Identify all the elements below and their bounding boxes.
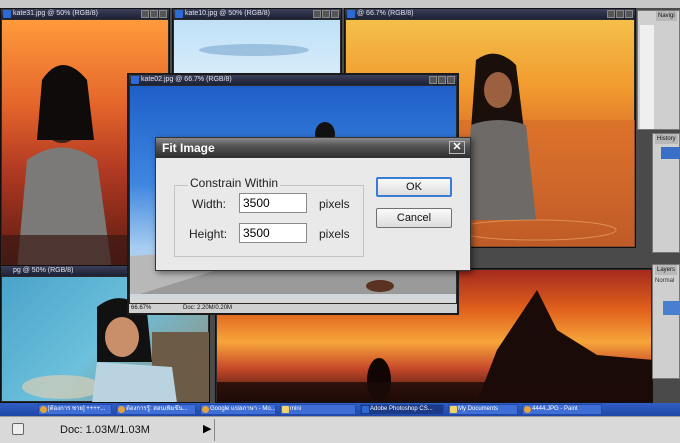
doc-info: Doc: 2.20M/0.20M: [183, 305, 233, 311]
window-title: kate10.jpg @ 50% (RGB/8): [185, 10, 270, 17]
tab-layers[interactable]: Layers: [655, 265, 678, 275]
layers-panel: Layers Normal: [652, 264, 680, 379]
taskbar-item[interactable]: My Documents: [448, 404, 518, 415]
window-title-bar[interactable]: kate31.jpg @ 50% (RGB/8): [1, 9, 169, 19]
tab-navigator[interactable]: Navigi: [656, 11, 677, 21]
width-unit: pixels: [319, 197, 350, 211]
minimize-icon[interactable]: [141, 10, 149, 18]
close-icon[interactable]: [331, 10, 339, 18]
photo-canvas[interactable]: [174, 20, 340, 76]
photoshop-icon: [347, 10, 355, 18]
taskbar-item[interactable]: 4444.JPG - Paint: [522, 404, 602, 415]
window-title: kate02.jpg @ 66.7% (RGB/8): [141, 76, 232, 83]
photoshop-icon: [131, 76, 139, 84]
navigator-panel: Navigi: [637, 10, 680, 130]
sky-photo: [199, 44, 309, 56]
photoshop-icon: [175, 10, 183, 18]
taskbar-item[interactable]: Google แปลภาษา - Mo...: [200, 404, 276, 415]
window-title: kate31.jpg @ 50% (RGB/8): [13, 10, 98, 17]
close-icon[interactable]: [625, 10, 633, 18]
actions-list: [640, 25, 654, 129]
window-title: @ 66.7% (RGB/8): [357, 10, 414, 17]
dialog-title: Fit Image: [162, 141, 215, 155]
taskbar-item[interactable]: [ต้องการ ซาย] ++++...: [38, 404, 112, 415]
status-arrow-icon[interactable]: ▶: [203, 422, 211, 435]
window-title-bar[interactable]: @ 66.7% (RGB/8): [345, 9, 635, 19]
browser-icon: [40, 406, 47, 413]
blend-mode-select[interactable]: Normal: [655, 278, 674, 284]
fit-image-dialog: Fit Image ✕ Constrain Within Width: 3500…: [155, 137, 471, 271]
maximize-icon[interactable]: [438, 76, 446, 84]
folder-icon: [282, 406, 289, 413]
close-icon[interactable]: [159, 10, 167, 18]
group-label: Constrain Within: [188, 176, 281, 190]
status-separator: [214, 419, 215, 441]
maximize-icon[interactable]: [322, 10, 330, 18]
document-window-kate10[interactable]: kate10.jpg @ 50% (RGB/8): [172, 8, 342, 78]
cancel-button[interactable]: Cancel: [376, 208, 452, 228]
taskbar-item[interactable]: ต้องการรู้: สอนเพิ่มขึ้น...: [116, 404, 196, 415]
window-status-bar: 66.67% Doc: 2.20M/0.20M: [129, 304, 457, 313]
ok-button[interactable]: OK: [376, 177, 452, 197]
height-label: Height:: [189, 227, 228, 241]
maximize-icon[interactable]: [150, 10, 158, 18]
zoom-level[interactable]: 66.67%: [129, 305, 151, 311]
taskbar: [ต้องการ ซาย] ++++... ต้องการรู้: สอนเพิ…: [0, 403, 680, 416]
status-doc-info: Doc: 1.03M/1.03M: [60, 424, 150, 436]
window-title: pg @ 50% (RGB/8): [13, 267, 74, 274]
minimize-icon[interactable]: [607, 10, 615, 18]
close-icon[interactable]: [447, 76, 455, 84]
width-input[interactable]: 3500: [239, 193, 307, 213]
photoshop-icon: [3, 10, 11, 18]
app-top-strip: [0, 0, 680, 8]
photoshop-icon: [362, 406, 369, 413]
height-input[interactable]: 3500: [239, 223, 307, 243]
status-bar: Doc: 1.03M/1.03M ▶: [0, 416, 680, 443]
window-title-bar[interactable]: kate02.jpg @ 66.7% (RGB/8): [129, 75, 457, 85]
tab-history[interactable]: History: [655, 134, 678, 144]
browser-icon: [118, 406, 125, 413]
minimize-icon[interactable]: [429, 76, 437, 84]
browser-icon: [202, 406, 209, 413]
taskbar-item-active[interactable]: Adobe Photoshop CS...: [360, 404, 444, 415]
status-icon: [12, 423, 24, 435]
maximize-icon[interactable]: [616, 10, 624, 18]
window-title-bar[interactable]: kate10.jpg @ 50% (RGB/8): [173, 9, 341, 19]
folder-icon: [450, 406, 457, 413]
minimize-icon[interactable]: [313, 10, 321, 18]
close-icon[interactable]: ✕: [449, 141, 465, 154]
width-label: Width:: [192, 197, 227, 211]
dialog-title-bar[interactable]: Fit Image ✕: [156, 138, 470, 158]
history-panel: History: [652, 133, 680, 253]
height-unit: pixels: [319, 227, 350, 241]
history-snapshot[interactable]: [661, 147, 680, 159]
paint-icon: [524, 406, 531, 413]
layer-thumbnail[interactable]: [663, 301, 680, 315]
taskbar-item[interactable]: mini: [280, 404, 356, 415]
